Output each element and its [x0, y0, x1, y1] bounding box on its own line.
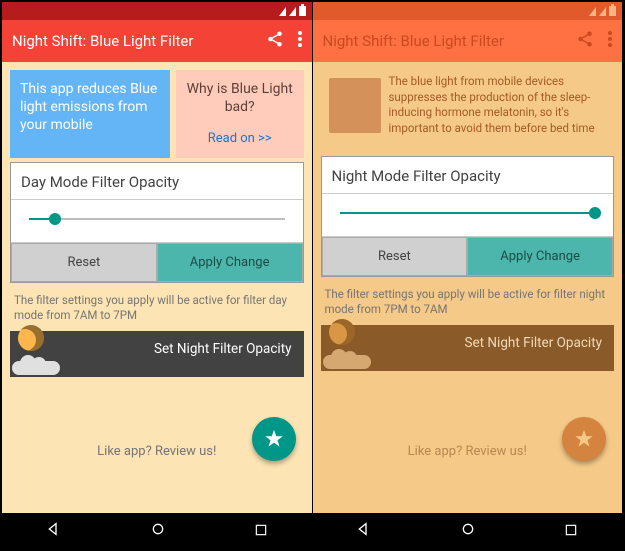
- info-row: This app reduces Blue light emissions fr…: [10, 70, 304, 158]
- hint-text: The filter settings you apply will be ac…: [10, 283, 304, 331]
- recent-icon[interactable]: [564, 522, 578, 541]
- share-icon[interactable]: [576, 30, 594, 52]
- recent-icon[interactable]: [254, 522, 268, 541]
- opacity-slider[interactable]: [29, 212, 285, 226]
- read-on-link: Read on >>: [186, 131, 294, 148]
- slider-thumb[interactable]: [589, 207, 601, 219]
- slider-wrap: [11, 199, 303, 243]
- fab-star[interactable]: [562, 417, 606, 461]
- phone-right: Night Shift: Blue Light Filter The blue …: [313, 2, 624, 549]
- night-banner[interactable]: Set Night Filter Opacity: [10, 331, 304, 377]
- slider-track: [29, 218, 285, 220]
- wifi-icon: [279, 7, 286, 16]
- status-bar: [2, 2, 312, 20]
- cloud-icon: [12, 361, 60, 375]
- reset-button[interactable]: Reset: [322, 237, 468, 276]
- moon-icon: [18, 325, 44, 351]
- content: The blue light from mobile devices suppr…: [313, 62, 623, 513]
- app-bar: Night Shift: Blue Light Filter: [2, 20, 312, 62]
- panel-title: Night Mode Filter Opacity: [322, 157, 614, 193]
- app-title: Night Shift: Blue Light Filter: [323, 32, 577, 50]
- overflow-icon[interactable]: [608, 31, 612, 51]
- app-title: Night Shift: Blue Light Filter: [12, 32, 266, 50]
- slider-wrap: [322, 193, 614, 237]
- cloud-icon: [323, 355, 371, 369]
- battery-icon: [299, 6, 306, 16]
- status-icons: [589, 6, 616, 16]
- slider-fill: [340, 212, 596, 214]
- button-row: Reset Apply Change: [11, 243, 303, 282]
- info-text: The blue light from mobile devices suppr…: [389, 74, 607, 136]
- night-banner[interactable]: Set Night Filter Opacity: [321, 325, 615, 371]
- app-actions: [576, 30, 612, 52]
- signal-icon: [599, 7, 606, 16]
- app-actions: [266, 30, 302, 52]
- apply-button[interactable]: Apply Change: [467, 237, 613, 276]
- star-icon: [573, 428, 595, 450]
- info-card-title: Why is Blue Light bad?: [186, 80, 294, 116]
- opacity-panel: Night Mode Filter Opacity Reset Apply Ch…: [321, 156, 615, 277]
- back-icon[interactable]: [356, 521, 372, 541]
- night-banner-label: Set Night Filter Opacity: [464, 335, 602, 351]
- info-card-why[interactable]: Why is Blue Light bad? Read on >>: [176, 70, 304, 158]
- star-icon: [263, 428, 285, 450]
- hint-text: The filter settings you apply will be ac…: [321, 277, 615, 325]
- share-icon[interactable]: [266, 30, 284, 52]
- phone-left: Night Shift: Blue Light Filter This app …: [2, 2, 313, 549]
- home-icon[interactable]: [460, 521, 476, 541]
- apply-button[interactable]: Apply Change: [157, 243, 303, 282]
- content: This app reduces Blue light emissions fr…: [2, 62, 312, 513]
- info-card-reduces: This app reduces Blue light emissions fr…: [10, 70, 170, 158]
- back-icon[interactable]: [46, 521, 62, 541]
- nav-bar: [313, 513, 623, 549]
- info-row: The blue light from mobile devices suppr…: [321, 70, 615, 158]
- fab-star[interactable]: [252, 417, 296, 461]
- button-row: Reset Apply Change: [322, 237, 614, 276]
- wifi-icon: [589, 7, 596, 16]
- night-banner-label: Set Night Filter Opacity: [154, 341, 292, 357]
- signal-icon: [289, 7, 296, 16]
- slider-thumb[interactable]: [49, 213, 61, 225]
- nav-bar: [2, 513, 312, 549]
- battery-icon: [609, 6, 616, 16]
- app-bar: Night Shift: Blue Light Filter: [313, 20, 623, 62]
- reset-button[interactable]: Reset: [11, 243, 157, 282]
- avatar-image: [329, 78, 381, 133]
- overflow-icon[interactable]: [298, 31, 302, 51]
- status-bar: [313, 2, 623, 20]
- opacity-slider[interactable]: [340, 206, 596, 220]
- moon-icon: [329, 319, 355, 345]
- opacity-panel: Day Mode Filter Opacity Reset Apply Chan…: [10, 162, 304, 283]
- status-icons: [279, 6, 306, 16]
- home-icon[interactable]: [150, 521, 166, 541]
- panel-title: Day Mode Filter Opacity: [11, 163, 303, 199]
